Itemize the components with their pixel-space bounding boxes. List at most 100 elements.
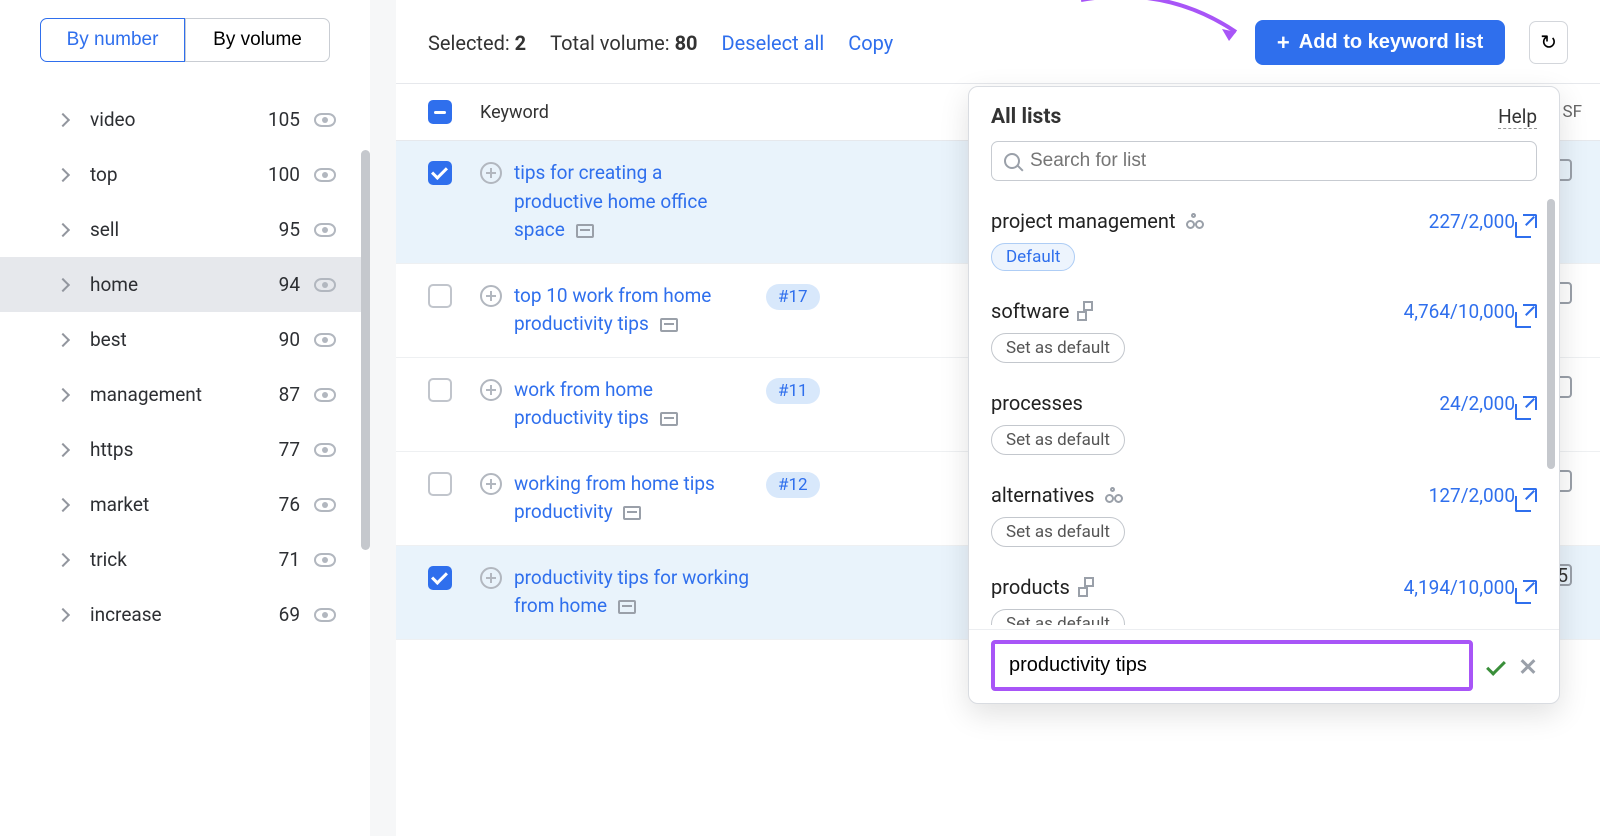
help-link[interactable]: Help (1498, 105, 1537, 129)
list-item[interactable]: project management227/2,000 Default (969, 195, 1559, 285)
popover-title: All lists (991, 105, 1498, 129)
filter-row-increase[interactable]: increase69 (0, 587, 370, 642)
set-default-button[interactable]: Set as default (991, 425, 1125, 455)
eye-icon[interactable] (314, 553, 336, 567)
keyword-link[interactable]: tips for creating a productive home offi… (514, 159, 754, 245)
list-item[interactable]: alternatives127/2,000 Set as default (969, 469, 1559, 561)
new-list-row (969, 629, 1559, 691)
search-list-input[interactable] (1030, 150, 1524, 172)
expand-icon[interactable] (480, 285, 502, 307)
external-link-icon (1523, 304, 1537, 318)
filter-count: 71 (279, 548, 300, 571)
expand-icon[interactable] (480, 379, 502, 401)
eye-icon[interactable] (314, 498, 336, 512)
keyword-link[interactable]: top 10 work from home productivity tips (514, 282, 754, 339)
filter-count: 94 (279, 273, 300, 296)
default-badge: Default (991, 243, 1075, 271)
serp-icon[interactable] (623, 506, 641, 520)
filters-sidebar: By number By volume video105top100sell95… (0, 0, 370, 836)
chevron-right-icon (56, 277, 70, 291)
list-name: processes (991, 391, 1083, 415)
list-count-link[interactable]: 4,764/10,000 (1404, 300, 1537, 323)
filter-row-home[interactable]: home94 (0, 257, 370, 312)
filter-row-management[interactable]: management87 (0, 367, 370, 422)
list-item[interactable]: processes 24/2,000 Set as default (969, 377, 1559, 469)
rank-pill: #12 (766, 472, 820, 498)
sort-toggle: By number By volume (40, 18, 330, 62)
eye-icon[interactable] (314, 388, 336, 402)
tab-by-number[interactable]: By number (40, 18, 185, 62)
eye-icon[interactable] (314, 608, 336, 622)
add-button-label: Add to keyword list (1299, 31, 1483, 54)
popover-scrollbar[interactable] (1547, 199, 1555, 469)
chevron-right-icon (56, 167, 70, 181)
external-link-icon (1523, 396, 1537, 410)
main-panel: Selected: 2 Total volume: 80 Deselect al… (396, 0, 1600, 836)
filter-label: https (90, 438, 279, 461)
external-link-icon (1523, 580, 1537, 594)
tab-by-volume[interactable]: By volume (185, 18, 330, 62)
set-default-button[interactable]: Set as default (991, 517, 1125, 547)
master-checkbox[interactable] (428, 100, 452, 124)
chevron-right-icon (56, 332, 70, 346)
filter-list: video105top100sell95home94best90manageme… (0, 72, 370, 836)
keyword-link[interactable]: work from home productivity tips (514, 376, 754, 433)
eye-icon[interactable] (314, 168, 336, 182)
chevron-right-icon (56, 497, 70, 511)
list-item[interactable]: products4,194/10,000 Set as default (969, 561, 1559, 625)
eye-icon[interactable] (314, 278, 336, 292)
confirm-icon[interactable] (1486, 656, 1506, 676)
filter-count: 69 (279, 603, 300, 626)
filter-label: best (90, 328, 279, 351)
search-list-field[interactable] (991, 141, 1537, 181)
set-default-button[interactable]: Set as default (991, 333, 1125, 363)
set-default-button[interactable]: Set as default (991, 609, 1125, 625)
add-to-keyword-list-button[interactable]: + Add to keyword list (1255, 20, 1505, 65)
deselect-all-link[interactable]: Deselect all (722, 31, 825, 55)
serp-icon[interactable] (576, 224, 594, 238)
row-checkbox[interactable] (428, 161, 452, 185)
cancel-icon[interactable] (1519, 657, 1537, 675)
list-count-link[interactable]: 24/2,000 (1439, 392, 1537, 415)
chevron-right-icon (56, 607, 70, 621)
chevron-right-icon (56, 112, 70, 126)
list-count-link[interactable]: 4,194/10,000 (1404, 576, 1537, 599)
filter-row-top[interactable]: top100 (0, 147, 370, 202)
list-item[interactable]: software4,764/10,000 Set as default (969, 285, 1559, 377)
copy-link[interactable]: Copy (848, 31, 893, 55)
filter-row-sell[interactable]: sell95 (0, 202, 370, 257)
chevron-right-icon (56, 387, 70, 401)
eye-icon[interactable] (314, 223, 336, 237)
eye-icon[interactable] (314, 113, 336, 127)
expand-icon[interactable] (480, 567, 502, 589)
filter-count: 90 (279, 328, 300, 351)
serp-icon[interactable] (660, 318, 678, 332)
expand-icon[interactable] (480, 162, 502, 184)
keyword-link[interactable]: productivity tips for working from home (514, 564, 754, 621)
row-checkbox[interactable] (428, 378, 452, 402)
reload-button[interactable]: ↻ (1529, 21, 1568, 64)
filter-label: increase (90, 603, 279, 626)
keyword-link[interactable]: working from home tips productivity (514, 470, 754, 527)
expand-icon[interactable] (480, 473, 502, 495)
filter-row-trick[interactable]: trick71 (0, 532, 370, 587)
list-count-link[interactable]: 227/2,000 (1429, 210, 1537, 233)
new-list-name-input[interactable] (991, 640, 1473, 691)
filter-label: management (90, 383, 279, 406)
row-checkbox[interactable] (428, 472, 452, 496)
filter-row-video[interactable]: video105 (0, 92, 370, 147)
sidebar-scrollbar[interactable] (361, 150, 370, 796)
filter-row-best[interactable]: best90 (0, 312, 370, 367)
lists-container: project management227/2,000 Defaultsoftw… (969, 195, 1559, 625)
filter-label: video (90, 108, 268, 131)
row-checkbox[interactable] (428, 284, 452, 308)
filter-count: 105 (268, 108, 300, 131)
serp-icon[interactable] (660, 412, 678, 426)
eye-icon[interactable] (314, 333, 336, 347)
filter-row-https[interactable]: https77 (0, 422, 370, 477)
row-checkbox[interactable] (428, 566, 452, 590)
filter-row-market[interactable]: market76 (0, 477, 370, 532)
eye-icon[interactable] (314, 443, 336, 457)
list-count-link[interactable]: 127/2,000 (1429, 484, 1537, 507)
serp-icon[interactable] (618, 600, 636, 614)
